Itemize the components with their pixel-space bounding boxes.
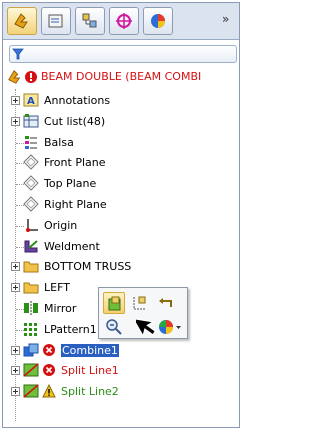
tree-item-label: Combine1: [61, 344, 119, 357]
error-icon: [43, 364, 55, 376]
tree-item-label: BOTTOM TRUSS: [44, 260, 132, 273]
part-icon: [8, 70, 21, 84]
split-line-icon: [23, 383, 39, 402]
expand-toggle[interactable]: [11, 346, 20, 355]
dimxpert-icon: [116, 13, 132, 29]
tree-item-right-plane[interactable]: Right Plane: [11, 195, 239, 215]
tree-item-label: Balsa: [44, 136, 74, 149]
tree-item-label: Split Line1: [61, 364, 119, 377]
expand-toggle[interactable]: [11, 96, 20, 105]
tree-filter-bar[interactable]: [9, 45, 237, 63]
configuration-manager-icon: [82, 13, 97, 28]
tab-property-manager[interactable]: [41, 7, 71, 35]
mouse-pointer-icon: [136, 317, 157, 338]
tree-item-front-plane[interactable]: Front Plane: [11, 153, 239, 173]
tree-item-annotations[interactable]: A Annotations: [11, 91, 239, 111]
material-icon: [23, 134, 39, 153]
edit-sketch-icon: [133, 296, 146, 310]
more-tabs-button[interactable]: »: [222, 12, 229, 26]
error-icon: [42, 343, 56, 360]
manager-tab-bar: »: [3, 3, 239, 40]
expand-toggle[interactable]: [11, 283, 20, 292]
tree-item-bottom-truss[interactable]: BOTTOM TRUSS: [11, 257, 239, 277]
tree-item-label: Origin: [44, 219, 78, 232]
tree-item-label: Front Plane: [44, 156, 106, 169]
rollback-icon: [159, 298, 172, 307]
plane-icon: [23, 175, 39, 194]
filter-icon: [12, 48, 24, 60]
tree-item-weldment[interactable]: Weldment: [11, 237, 239, 257]
expand-toggle[interactable]: [11, 366, 20, 375]
edit-feature-button[interactable]: [103, 292, 125, 314]
feature-manager-panel: » BEAM DOUBLE (BEAM COMBI A Annotations Cu…: [2, 2, 240, 428]
svg-text:A: A: [27, 96, 35, 107]
folder-icon: [23, 279, 39, 298]
split-line-icon: [23, 362, 39, 381]
edit-feature-icon: [108, 296, 121, 311]
tree-item-label: LPattern1: [44, 323, 97, 336]
tree-item-split-line2[interactable]: Split Line2: [11, 382, 239, 402]
plane-icon: [23, 196, 39, 215]
tree-item-label: Mirror: [44, 302, 77, 315]
warning-icon: [42, 383, 56, 401]
linear-pattern-icon: [23, 321, 39, 340]
tab-display-manager[interactable]: [143, 7, 173, 35]
tree-item-label: LEFT: [44, 281, 70, 294]
plane-icon: [23, 154, 39, 173]
tree-item-label: Cut list(48): [44, 115, 106, 128]
error-icon: [42, 363, 56, 380]
error-icon: [25, 71, 37, 83]
tree-item-label: Top Plane: [44, 177, 97, 190]
tree-item-label: Split Line2: [61, 385, 119, 398]
expand-toggle[interactable]: [11, 262, 20, 271]
annotations-icon: A: [23, 92, 39, 111]
weldment-icon: [23, 238, 39, 257]
zoom-to-selection-icon: [106, 319, 122, 335]
tab-configuration-manager[interactable]: [75, 7, 105, 35]
origin-icon: [23, 217, 39, 236]
tree-item-split-line1[interactable]: Split Line1: [11, 361, 239, 381]
tab-feature-manager[interactable]: [7, 7, 37, 35]
folder-icon: [23, 258, 39, 277]
warning-icon: [42, 383, 56, 398]
tree-item-combine1[interactable]: Combine1: [11, 341, 239, 361]
feature-manager-icon: [14, 13, 28, 29]
root-part-label: BEAM DOUBLE (BEAM COMBI: [41, 70, 202, 83]
tree-item-balsa[interactable]: Balsa: [11, 133, 239, 153]
combine-icon: [23, 342, 39, 361]
cut-list-icon: [23, 113, 39, 132]
tree-item-origin[interactable]: Origin: [11, 216, 239, 236]
tab-dimxpert-manager[interactable]: [109, 7, 139, 35]
expand-toggle[interactable]: [11, 387, 20, 396]
tree-item-top-plane[interactable]: Top Plane: [11, 174, 239, 194]
zoom-to-selection-button[interactable]: [103, 316, 125, 338]
tree-item-label: Weldment: [44, 240, 100, 253]
expand-toggle[interactable]: [11, 117, 20, 126]
mirror-icon: [23, 300, 39, 319]
tree-item-cut-list-48[interactable]: Cut list(48): [11, 112, 239, 132]
property-manager-icon: [48, 14, 63, 28]
display-manager-icon: [151, 14, 165, 28]
tree-item-label: Annotations: [44, 94, 111, 107]
tree-item-label: Right Plane: [44, 198, 107, 211]
error-icon: [43, 344, 55, 356]
